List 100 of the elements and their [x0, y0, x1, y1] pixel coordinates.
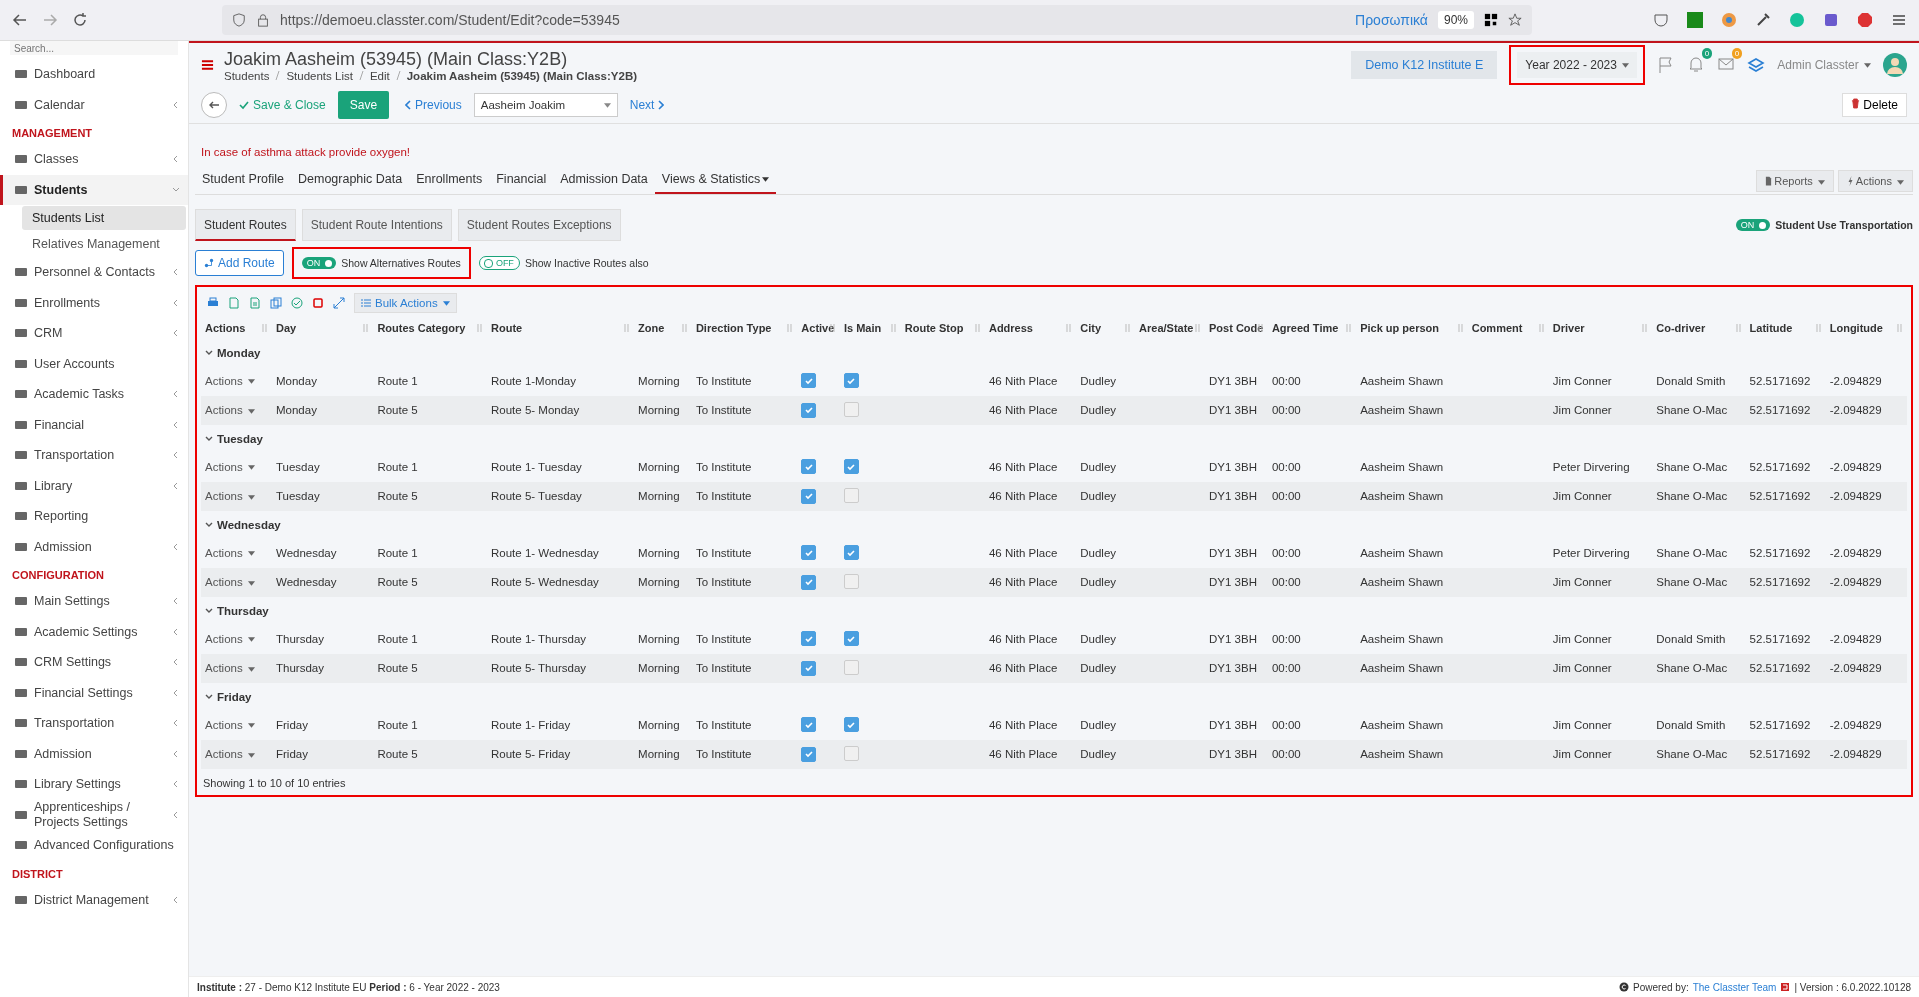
breadcrumb-link[interactable]: Students List [286, 69, 353, 82]
column-header[interactable]: Longitude [1825, 317, 1907, 339]
checkbox[interactable] [801, 574, 817, 590]
bulk-actions-button[interactable]: Bulk Actions [354, 293, 457, 313]
checkbox[interactable] [843, 459, 859, 475]
submenu-item[interactable]: Students List [22, 206, 186, 230]
checkbox[interactable] [843, 401, 859, 417]
reload-icon[interactable] [72, 12, 88, 28]
column-header[interactable]: Route [487, 317, 635, 339]
expand-icon[interactable] [333, 297, 345, 309]
sidebar-item[interactable]: Transportation [0, 708, 188, 739]
copy-icon[interactable] [270, 297, 282, 309]
stop-icon[interactable] [312, 297, 324, 309]
breadcrumb-link[interactable]: Joakim Aasheim (53945) (Main Class:Y2B) [406, 69, 638, 82]
sidebar-item[interactable]: Apprenticeships / Projects Settings [0, 799, 188, 830]
forward-icon[interactable] [42, 12, 58, 28]
column-header[interactable]: Agreed Time [1267, 317, 1357, 339]
pdf-file-icon[interactable] [249, 297, 261, 309]
star-icon[interactable] [1508, 13, 1522, 27]
address-bar[interactable]: https://demoeu.classter.com/Student/Edit?code=53945 Προσωπικά 90% [222, 5, 1532, 35]
student-select[interactable]: Aasheim Joakim [473, 93, 618, 117]
column-header[interactable]: Address [984, 317, 1077, 339]
sidebar-item[interactable]: Classes [0, 144, 188, 175]
checkbox[interactable] [843, 573, 859, 589]
column-header[interactable]: Area/State [1135, 317, 1206, 339]
sidebar-item[interactable]: Calendar [0, 89, 188, 120]
add-route-button[interactable]: Add Route [195, 250, 284, 276]
tab[interactable]: Demographic Data [291, 168, 410, 194]
tab[interactable]: Views & Statistics [654, 168, 777, 194]
actions-dropdown[interactable]: Actions [205, 632, 255, 645]
checkbox[interactable] [801, 459, 817, 475]
sidebar-item[interactable]: Personnel & Contacts [0, 257, 188, 288]
column-header[interactable]: Pick up person [1356, 317, 1468, 339]
column-header[interactable]: Direction Type [691, 317, 798, 339]
checkbox[interactable] [843, 631, 859, 647]
next-button[interactable]: Next [625, 94, 673, 116]
tab[interactable]: Student Profile [195, 168, 291, 194]
search-field[interactable]: Search... [10, 41, 178, 55]
checkbox[interactable] [843, 545, 859, 561]
column-header[interactable]: City [1076, 317, 1136, 339]
dropdown-button[interactable]: Actions [1837, 170, 1913, 192]
column-header[interactable]: Is Main [839, 317, 901, 339]
year-dropdown[interactable]: Year 2022 - 2023 [1517, 52, 1638, 78]
column-header[interactable]: Active [797, 317, 840, 339]
tab[interactable]: Enrollments [409, 168, 490, 194]
group-row[interactable]: Thursday [205, 604, 269, 617]
breadcrumb-link[interactable]: Edit [369, 69, 390, 82]
sidebar-item[interactable]: Library [0, 470, 188, 501]
sidebar-item[interactable]: Reporting [0, 501, 188, 532]
subtab[interactable]: Student Routes Exceptions [457, 209, 621, 241]
tab[interactable]: Financial [489, 168, 554, 194]
checkbox[interactable] [843, 717, 859, 733]
group-row[interactable]: Tuesday [205, 432, 263, 445]
excel-file-icon[interactable] [228, 297, 240, 309]
column-header[interactable]: Zone [634, 317, 692, 339]
sidebar-item[interactable]: CRM Settings [0, 647, 188, 678]
column-header[interactable]: Co-driver [1652, 317, 1746, 339]
checkbox[interactable] [801, 373, 817, 389]
dropdown-button[interactable]: Reports [1756, 170, 1834, 192]
sidebar-item[interactable]: Students [0, 174, 188, 205]
qr-icon[interactable] [1484, 13, 1498, 27]
delete-button[interactable]: Delete [1841, 93, 1907, 117]
checkbox[interactable] [801, 631, 817, 647]
adblock-icon[interactable] [1857, 12, 1873, 28]
sidebar-item[interactable]: Academic Tasks [0, 379, 188, 410]
subtab[interactable]: Student Route Intentions [301, 209, 452, 241]
checkbox[interactable] [801, 402, 817, 418]
sidebar-item[interactable]: Financial [0, 409, 188, 440]
sidebar-item[interactable]: Academic Settings [0, 616, 188, 647]
previous-button[interactable]: Previous [397, 94, 466, 116]
checkbox[interactable] [801, 717, 817, 733]
checkbox[interactable] [801, 660, 817, 676]
sidebar-item[interactable]: District Management [0, 884, 188, 915]
sidebar-item[interactable]: Admission [0, 738, 188, 769]
sidebar-item[interactable]: User Accounts [0, 348, 188, 379]
grammar-icon[interactable] [1789, 12, 1805, 28]
column-header[interactable]: Actions [201, 317, 272, 339]
checkbox[interactable] [843, 487, 859, 503]
back-icon[interactable] [12, 12, 28, 28]
column-header[interactable]: Driver [1548, 317, 1653, 339]
team-link[interactable]: The Classter Team [1692, 981, 1777, 993]
sidebar-item[interactable]: Admission [0, 531, 188, 562]
actions-dropdown[interactable]: Actions [205, 460, 255, 473]
sidebar-item[interactable]: Dashboard [0, 59, 188, 90]
print-icon[interactable] [207, 297, 219, 309]
group-row[interactable]: Monday [205, 346, 261, 359]
checkbox[interactable] [801, 545, 817, 561]
layers-icon[interactable] [1747, 56, 1766, 74]
group-row[interactable]: Wednesday [205, 518, 281, 531]
shield-extension-icon[interactable] [1823, 12, 1839, 28]
actions-dropdown[interactable]: Actions [205, 718, 255, 731]
zoom-level[interactable]: 90% [1437, 11, 1474, 29]
menu-icon[interactable] [201, 59, 214, 71]
eyedropper-icon[interactable] [1755, 12, 1771, 28]
subtab[interactable]: Student Routes [195, 209, 296, 241]
sidebar-item[interactable]: Advanced Configurations [0, 830, 188, 861]
sidebar-item[interactable]: CRM [0, 318, 188, 349]
breadcrumb-link[interactable]: Students [224, 69, 270, 82]
actions-dropdown[interactable]: Actions [205, 546, 255, 559]
sidebar-item[interactable]: Financial Settings [0, 677, 188, 708]
